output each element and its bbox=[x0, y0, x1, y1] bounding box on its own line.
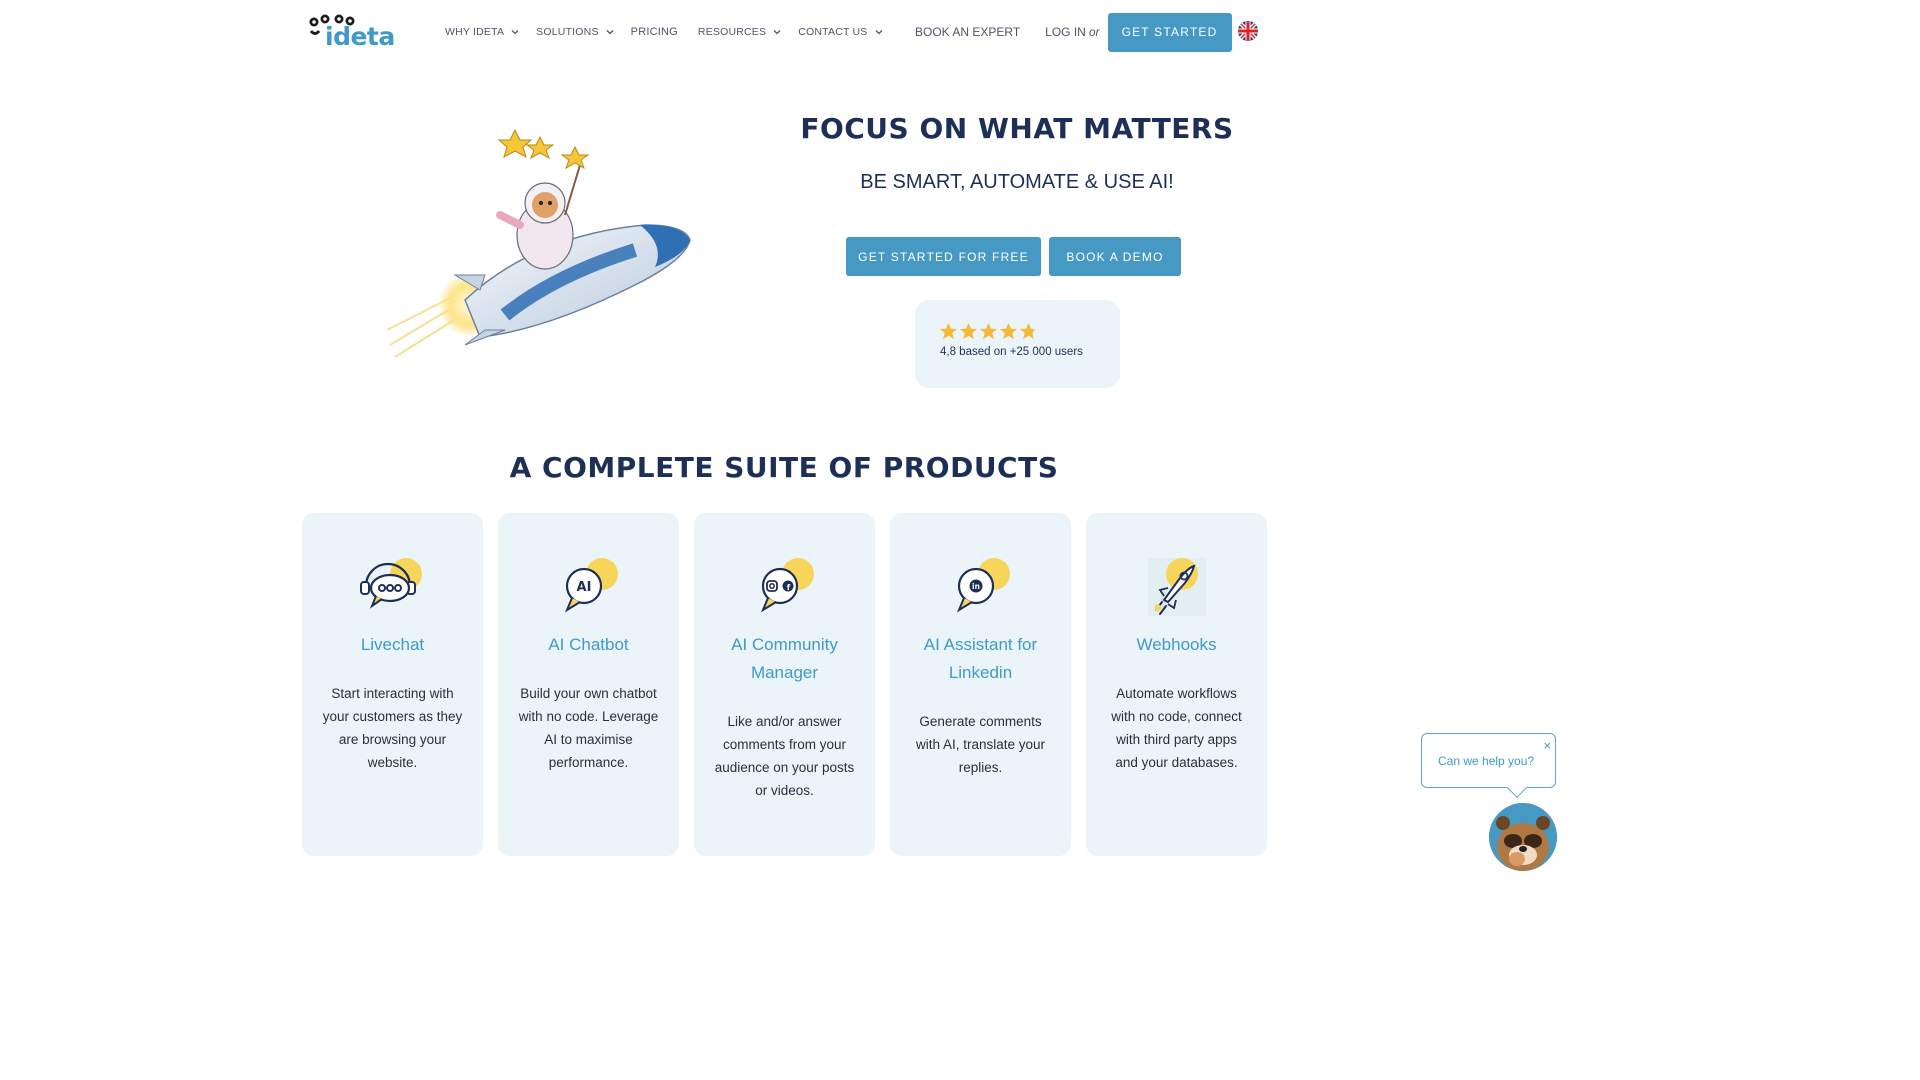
chat-launcher-avatar[interactable] bbox=[1489, 803, 1557, 871]
nav-solutions[interactable]: SOLUTIONS bbox=[536, 24, 614, 40]
product-desc: Build your own chatbot with no code. Lev… bbox=[518, 686, 659, 770]
nav-label: WHY IDETA bbox=[445, 26, 505, 38]
linkedin-icon: in bbox=[956, 558, 1010, 613]
logo-wordmark: ideta bbox=[325, 22, 395, 51]
book-expert-link[interactable]: BOOK AN EXPERT bbox=[915, 25, 1020, 39]
hero-subtitle: BE SMART, AUTOMATE & USE AI! bbox=[860, 171, 1174, 193]
star-icon bbox=[979, 322, 998, 340]
main-nav: WHY IDETA SOLUTIONS PRICING RESOURCES CO… bbox=[445, 24, 900, 40]
hero-cta-group: GET STARTED FOR FREE BOOK A DEMO bbox=[846, 237, 1181, 276]
chevron-down-icon bbox=[773, 30, 781, 35]
product-title: AI Chatbot bbox=[548, 635, 629, 654]
uk-flag-icon[interactable] bbox=[1238, 21, 1258, 41]
get-started-button[interactable]: GET STARTED bbox=[1107, 12, 1232, 52]
product-title: Webhooks bbox=[1136, 635, 1217, 654]
svg-text:f: f bbox=[787, 583, 791, 592]
login-link[interactable]: LOG IN bbox=[1045, 25, 1086, 39]
star-icon bbox=[999, 322, 1018, 340]
product-card-ai-chatbot[interactable]: AI AI Chatbot Build your own chatbot wit… bbox=[498, 513, 679, 856]
ai-chatbot-icon: AI bbox=[564, 558, 618, 613]
livechat-icon bbox=[360, 558, 422, 609]
product-title: AI Community Manager bbox=[731, 635, 838, 682]
product-card-linkedin-assistant[interactable]: in AI Assistant for Linkedin Generate co… bbox=[890, 513, 1071, 856]
rating-text: 4,8 based on +25 000 users bbox=[940, 346, 1083, 358]
or-text: or bbox=[1088, 25, 1100, 39]
close-icon[interactable]: × bbox=[1543, 739, 1551, 752]
raccoon-mascot-icon bbox=[1489, 803, 1557, 871]
product-card-community-manager[interactable]: f AI Community Manager Like and/or answe… bbox=[694, 513, 875, 856]
book-demo-button[interactable]: BOOK A DEMO bbox=[1049, 237, 1181, 276]
nav-pricing[interactable]: PRICING bbox=[631, 24, 678, 40]
rating-card: 4,8 based on +25 000 users bbox=[915, 300, 1120, 388]
chat-prompt-bubble[interactable]: Can we help you? × bbox=[1421, 733, 1556, 798]
product-desc: Generate comments with AI, translate you… bbox=[915, 714, 1046, 775]
nav-resources[interactable]: RESOURCES bbox=[698, 24, 781, 40]
get-started-free-button[interactable]: GET STARTED FOR FREE bbox=[846, 237, 1041, 276]
site-header: ideta WHY IDETA SOLUTIONS PRICING RESOUR… bbox=[0, 0, 1568, 64]
nav-contact-us[interactable]: CONTACT US bbox=[798, 24, 882, 40]
rocket-icon bbox=[1148, 558, 1206, 616]
star-icon bbox=[939, 322, 958, 340]
product-title: Livechat bbox=[360, 635, 425, 654]
chevron-down-icon bbox=[606, 30, 614, 35]
nav-label: CONTACT US bbox=[798, 26, 868, 38]
nav-label: SOLUTIONS bbox=[536, 26, 599, 38]
svg-text:in: in bbox=[972, 582, 980, 591]
star-icon bbox=[1019, 322, 1038, 340]
product-desc: Automate workflows with no code, connect… bbox=[1111, 686, 1242, 770]
hero-title: FOCUS ON WHAT MATTERS bbox=[800, 112, 1234, 145]
nav-why-ideta[interactable]: WHY IDETA bbox=[445, 24, 519, 40]
product-desc: Start interacting with your customers as… bbox=[322, 686, 463, 770]
product-card-livechat[interactable]: Livechat Start interacting with your cus… bbox=[302, 513, 483, 856]
rocket-astronaut-illustration bbox=[386, 128, 691, 358]
chevron-down-icon bbox=[511, 30, 519, 35]
product-card-webhooks[interactable]: Webhooks Automate workflows with no code… bbox=[1086, 513, 1267, 856]
product-cards: Livechat Start interacting with your cus… bbox=[302, 513, 1267, 856]
ideta-logo[interactable]: ideta bbox=[309, 14, 395, 51]
nav-label: PRICING bbox=[630, 26, 678, 38]
star-icon bbox=[959, 322, 978, 340]
chevron-down-icon bbox=[875, 30, 882, 35]
chat-prompt-text: Can we help you? bbox=[1438, 754, 1535, 768]
header-actions: BOOK AN EXPERT LOG IN or GET STARTED bbox=[915, 12, 1232, 52]
rating-stars bbox=[939, 322, 1038, 341]
community-icon: f bbox=[760, 558, 814, 613]
nav-label: RESOURCES bbox=[697, 26, 767, 38]
bubble-tail bbox=[1507, 778, 1527, 798]
svg-text:AI: AI bbox=[577, 580, 592, 595]
products-title: A COMPLETE SUITE OF PRODUCTS bbox=[509, 451, 1059, 484]
product-desc: Like and/or answer comments from your au… bbox=[714, 714, 855, 798]
product-title: AI Assistant for Linkedin bbox=[923, 635, 1038, 682]
